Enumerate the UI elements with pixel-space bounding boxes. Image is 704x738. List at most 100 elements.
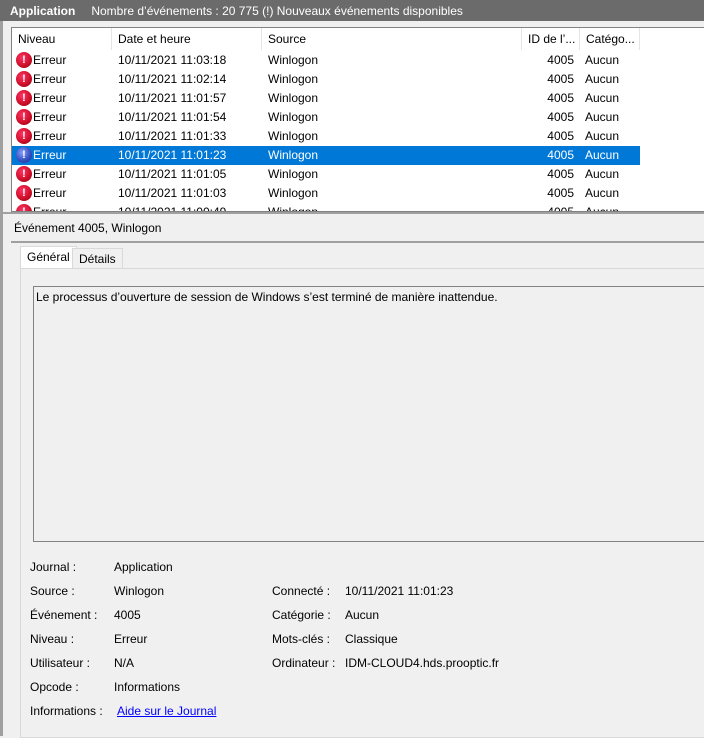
event-description[interactable]: Le processus d’ouverture de session de W… xyxy=(33,286,704,542)
event-id: 4005 xyxy=(547,91,574,105)
event-level: Erreur xyxy=(33,91,67,105)
logged-label: Connecté : xyxy=(272,584,331,598)
logged-value: 10/11/2021 11:01:23 xyxy=(345,584,454,598)
event-date: 10/11/2021 11:02:14 xyxy=(118,72,227,86)
opcode-label: Opcode : xyxy=(30,680,79,694)
event-level: Erreur xyxy=(33,148,67,162)
event-date: 10/11/2021 11:01:23 xyxy=(118,148,227,162)
event-level: Erreur xyxy=(33,167,67,181)
general-tab-panel: Le processus d’ouverture de session de W… xyxy=(20,268,704,738)
event-date: 10/11/2021 11:00:49 xyxy=(118,205,227,212)
error-icon: ! xyxy=(16,128,32,144)
keywords-label: Mots-clés : xyxy=(272,632,331,646)
computer-value: IDM-CLOUD4.hds.prooptic.fr xyxy=(345,656,500,670)
event-date: 10/11/2021 11:01:05 xyxy=(118,167,227,181)
computer-label: Ordinateur : xyxy=(272,656,336,670)
opcode-value: Informations xyxy=(114,680,181,694)
event-level: Erreur xyxy=(33,72,67,86)
event-row[interactable]: ! Erreur 10/11/2021 11:02:14 Winlogon 4005 Au… xyxy=(12,70,640,89)
error-icon: ! xyxy=(16,166,32,182)
event-id: 4005 xyxy=(547,129,574,143)
event-level: Erreur xyxy=(33,186,67,200)
error-icon: ! xyxy=(16,52,32,68)
event-row[interactable]: ! Erreur 10/11/2021 11:01:54 Winlogon 4005 Au… xyxy=(12,108,640,127)
category-label: Catégorie : xyxy=(272,608,331,622)
event-level: Erreur xyxy=(33,205,67,212)
column-header-source[interactable]: Source xyxy=(262,28,522,50)
info-label: Informations : xyxy=(30,704,103,718)
column-header-date[interactable]: Date et heure xyxy=(112,28,262,50)
source-label: Source : xyxy=(30,584,75,598)
info-level-icon: ! xyxy=(16,147,32,163)
event-viewer-pane: Niveau Date et heure Source ID de l’... … xyxy=(0,21,704,738)
event-category: Aucun xyxy=(585,129,620,143)
event-source: Winlogon xyxy=(268,53,319,67)
column-header-category[interactable]: Catégo... xyxy=(580,28,640,50)
event-category: Aucun xyxy=(585,186,620,200)
event-source: Winlogon xyxy=(268,91,319,105)
event-id: 4005 xyxy=(547,72,574,86)
tab-details[interactable]: Détails xyxy=(72,248,123,269)
event-list[interactable]: Niveau Date et heure Source ID de l’... … xyxy=(11,27,704,212)
category-value: Aucun xyxy=(345,608,380,622)
event-row[interactable]: ! Erreur 10/11/2021 11:01:33 Winlogon 4005 Au… xyxy=(12,127,640,146)
event-category: Aucun xyxy=(585,205,620,212)
event-row[interactable]: ! Erreur 10/11/2021 11:00:49 Winlogon 4005 Au… xyxy=(12,203,640,212)
list-header: Niveau Date et heure Source ID de l’... … xyxy=(12,28,704,50)
journal-value: Application xyxy=(114,560,173,574)
event-source: Winlogon xyxy=(268,72,319,86)
event-id: 4005 xyxy=(547,148,574,162)
event-category: Aucun xyxy=(585,167,620,181)
journal-help-link[interactable]: Aide sur le Journal xyxy=(117,704,216,718)
event-source: Winlogon xyxy=(268,205,319,212)
event-level: Erreur xyxy=(33,53,67,67)
event-category: Aucun xyxy=(585,110,620,124)
user-value: N/A xyxy=(114,656,135,670)
event-id-value: 4005 xyxy=(114,608,141,622)
error-icon: ! xyxy=(16,204,32,211)
event-row[interactable]: ! Erreur 10/11/2021 11:01:57 Winlogon 4005 Au… xyxy=(12,89,640,108)
error-icon: ! xyxy=(16,109,32,125)
pane-splitter[interactable] xyxy=(3,212,704,214)
error-icon: ! xyxy=(16,71,32,87)
title-bar: Application Nombre d’événements : 20 775… xyxy=(0,0,704,21)
event-row[interactable]: ! Erreur 10/11/2021 11:01:03 Winlogon 4005 Au… xyxy=(12,184,640,203)
journal-label: Journal : xyxy=(30,560,77,574)
event-date: 10/11/2021 11:03:18 xyxy=(118,53,227,67)
event-id: 4005 xyxy=(547,186,574,200)
user-label: Utilisateur : xyxy=(30,656,91,670)
event-id-label: Événement : xyxy=(30,608,98,622)
event-date: 10/11/2021 11:01:57 xyxy=(118,91,227,105)
event-source: Winlogon xyxy=(268,129,319,143)
error-icon: ! xyxy=(16,185,32,201)
event-id: 4005 xyxy=(547,167,574,181)
event-category: Aucun xyxy=(585,91,620,105)
event-id: 4005 xyxy=(547,53,574,67)
keywords-value: Classique xyxy=(345,632,398,646)
event-category: Aucun xyxy=(585,72,620,86)
event-row[interactable]: ! Erreur 10/11/2021 11:03:18 Winlogon 4005 Au… xyxy=(12,51,640,70)
source-value: Winlogon xyxy=(114,584,165,598)
event-level: Erreur xyxy=(33,110,67,124)
level-value: Erreur xyxy=(114,632,148,646)
event-category: Aucun xyxy=(585,148,620,162)
event-row[interactable]: ! Erreur 10/11/2021 11:01:05 Winlogon 4005 Au… xyxy=(12,165,640,184)
event-level: Erreur xyxy=(33,129,67,143)
event-title: Événement 4005, Winlogon xyxy=(14,221,162,235)
event-date: 10/11/2021 11:01:33 xyxy=(118,129,227,143)
event-date: 10/11/2021 11:01:54 xyxy=(118,110,227,124)
tab-general[interactable]: Général xyxy=(20,246,77,268)
event-row[interactable]: ! Erreur 10/11/2021 11:01:23 Winlogon 4005 Au… xyxy=(12,146,640,165)
column-header-id[interactable]: ID de l’... xyxy=(522,28,580,50)
log-name: Application xyxy=(10,3,76,18)
event-id: 4005 xyxy=(547,205,574,212)
event-id: 4005 xyxy=(547,110,574,124)
event-date: 10/11/2021 11:01:03 xyxy=(118,186,227,200)
level-label: Niveau : xyxy=(30,632,75,646)
event-source: Winlogon xyxy=(268,110,319,124)
event-source: Winlogon xyxy=(268,186,319,200)
event-category: Aucun xyxy=(585,53,620,67)
event-source: Winlogon xyxy=(268,148,319,162)
column-header-level[interactable]: Niveau xyxy=(12,28,112,50)
event-count-info: Nombre d’événements : 20 775 (!) Nouveau… xyxy=(91,3,463,18)
